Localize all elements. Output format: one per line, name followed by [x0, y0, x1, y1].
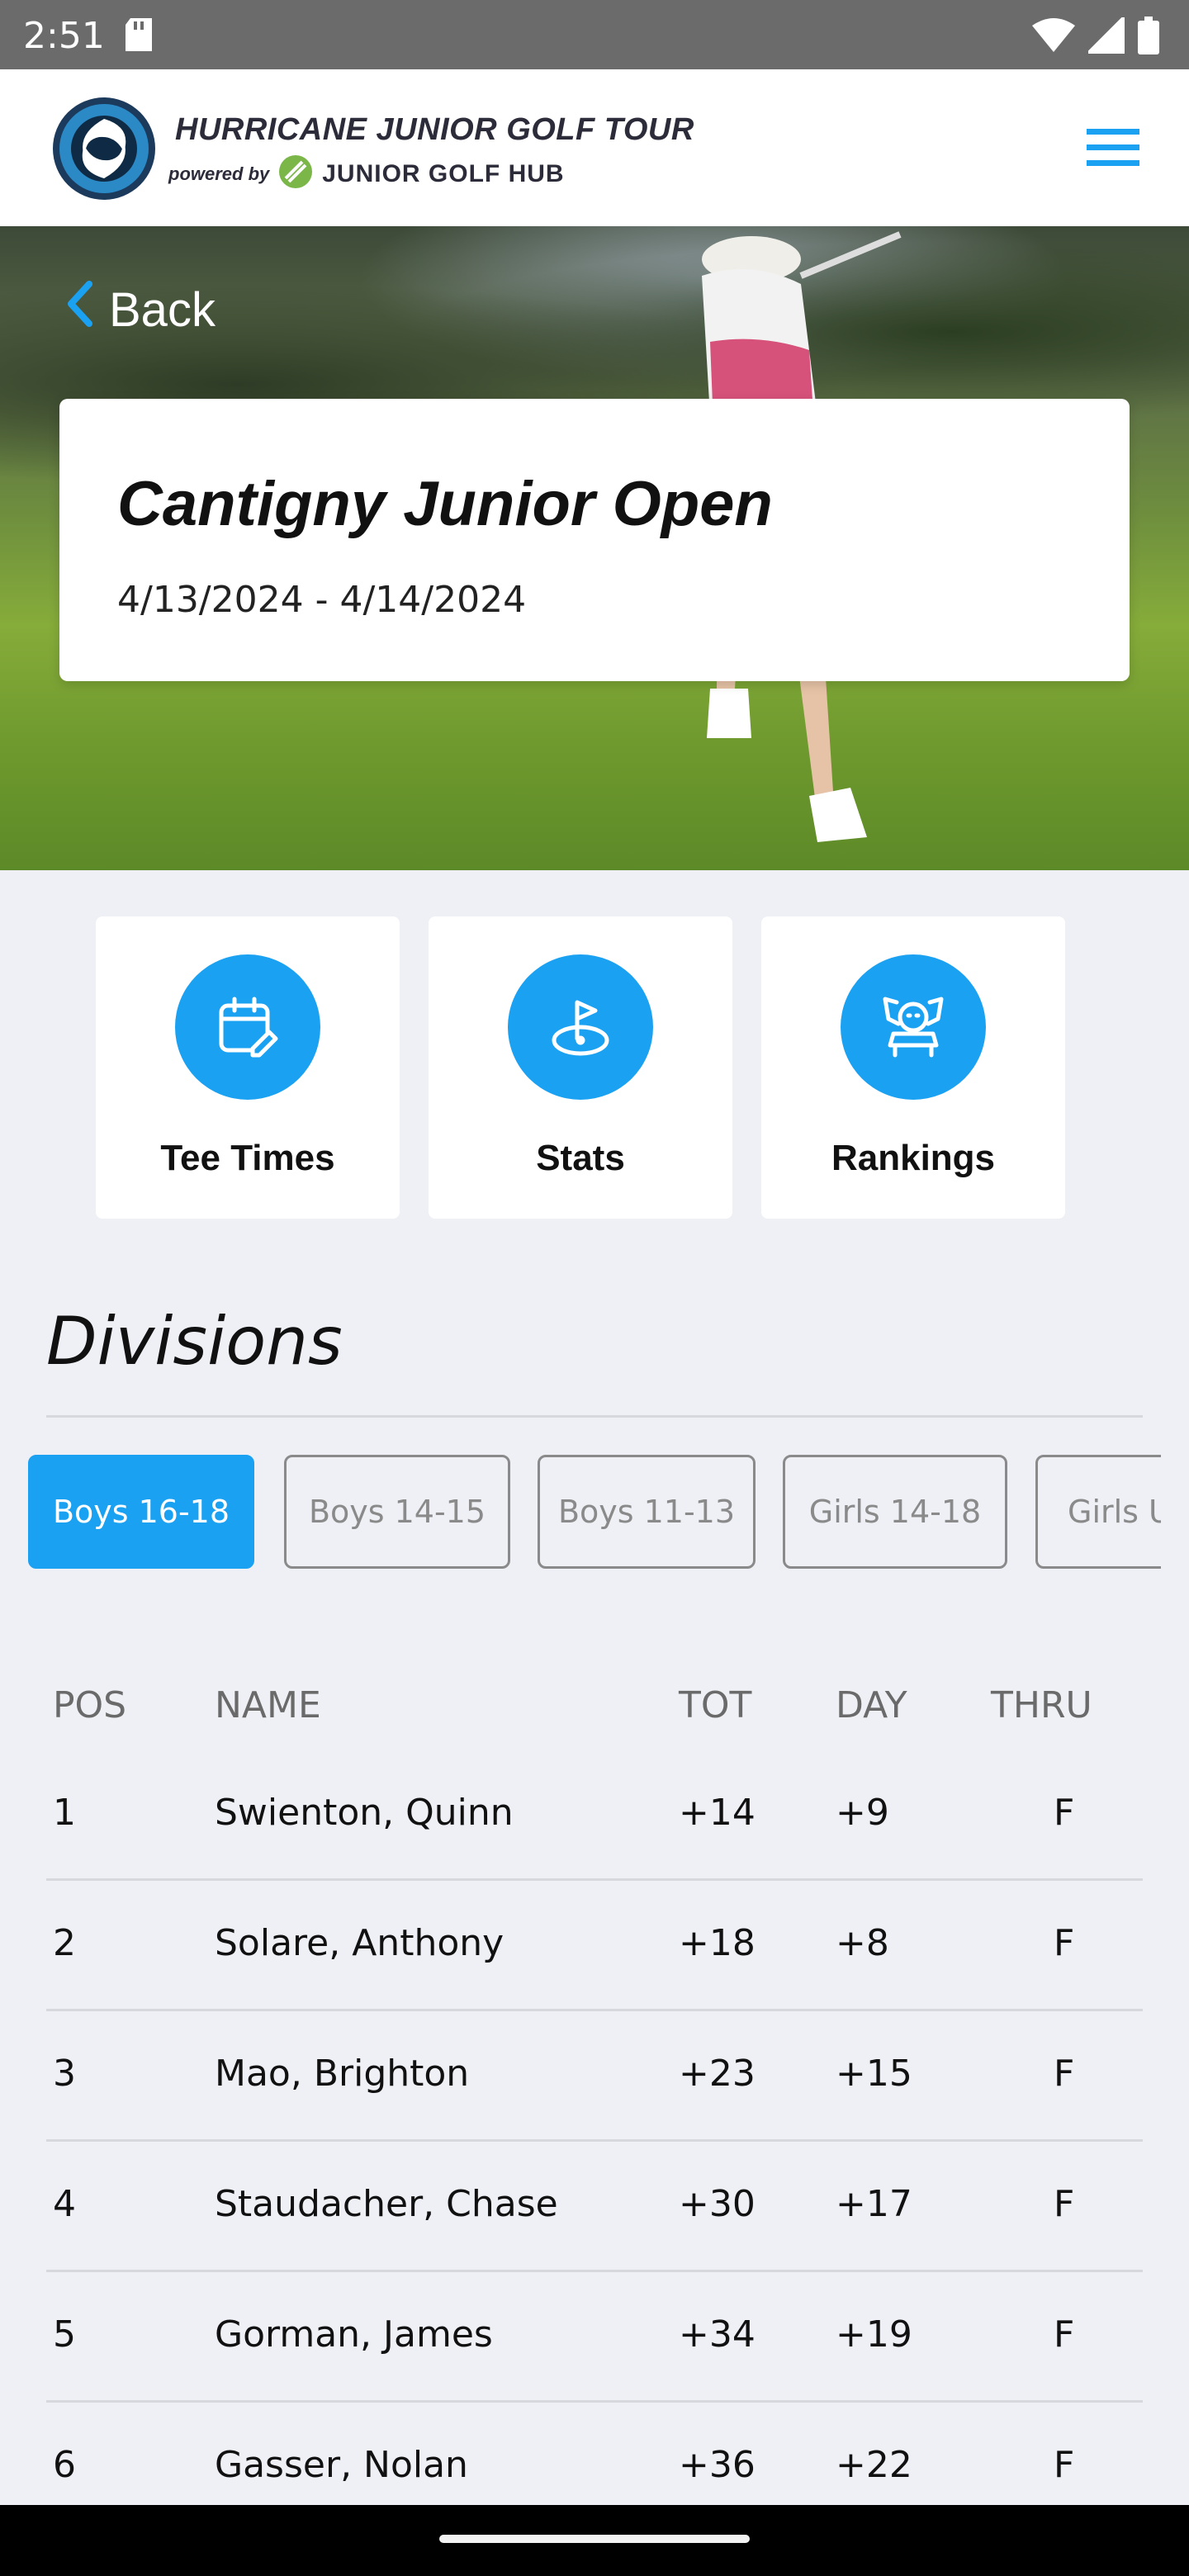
table-row[interactable]: 5 Gorman, James +34 +19 F	[46, 2272, 1143, 2403]
table-row[interactable]: 2 Solare, Anthony +18 +8 F	[46, 1881, 1143, 2011]
status-bar: 2:51	[0, 0, 1189, 69]
junior-golf-hub-icon	[277, 154, 314, 194]
row-name: Solare, Anthony	[215, 1922, 504, 1964]
back-label: Back	[109, 282, 216, 337]
row-thru: F	[1054, 2053, 1075, 2095]
tab-girls-u[interactable]: Girls U	[1035, 1455, 1161, 1569]
row-name: Gasser, Nolan	[215, 2444, 468, 2486]
row-day: +19	[836, 2313, 912, 2356]
row-tot: +23	[679, 2053, 756, 2095]
row-name: Gorman, James	[215, 2313, 493, 2356]
row-tot: +14	[679, 1792, 756, 1834]
tab-boys-16-18[interactable]: Boys 16-18	[28, 1455, 254, 1569]
row-tot: +36	[679, 2444, 756, 2486]
row-name: Swienton, Quinn	[215, 1792, 514, 1834]
row-name: Staudacher, Chase	[215, 2183, 558, 2225]
stats-tile[interactable]: Stats	[429, 916, 732, 1219]
row-thru: F	[1054, 2313, 1075, 2356]
stats-label: Stats	[536, 1138, 625, 1178]
golf-flag-icon	[508, 954, 653, 1100]
row-name: Mao, Brighton	[215, 2053, 470, 2095]
row-pos: 5	[53, 2313, 76, 2356]
division-tabs[interactable]: Boys 16-18 Boys 14-15 Boys 11-13 Girls 1…	[28, 1455, 1161, 1570]
partner-name: JUNIOR GOLF HUB	[322, 159, 565, 187]
tab-boys-14-15[interactable]: Boys 14-15	[284, 1455, 510, 1569]
row-day: +22	[836, 2444, 912, 2486]
sd-card-icon	[124, 18, 154, 55]
signal-icon	[1082, 12, 1127, 58]
calendar-edit-icon	[175, 954, 320, 1100]
column-day: DAY	[836, 1684, 907, 1726]
row-tot: +30	[679, 2183, 756, 2225]
hurricane-logo-icon[interactable]	[50, 94, 159, 207]
row-day: +8	[836, 1922, 889, 1964]
row-pos: 1	[53, 1792, 76, 1834]
tab-girls-14-18[interactable]: Girls 14-18	[783, 1455, 1007, 1569]
row-thru: F	[1054, 2183, 1075, 2225]
status-time: 2:51	[23, 15, 105, 57]
row-tot: +34	[679, 2313, 756, 2356]
chevron-left-icon	[66, 281, 92, 339]
column-pos: POS	[53, 1684, 127, 1726]
column-thru: THRU	[991, 1684, 1092, 1726]
wifi-icon	[1032, 17, 1075, 58]
row-pos: 3	[53, 2053, 76, 2095]
event-title: Cantigny Junior Open	[117, 469, 773, 539]
rankings-tile[interactable]: Rankings	[761, 916, 1065, 1219]
row-pos: 2	[53, 1922, 76, 1964]
row-day: +9	[836, 1792, 889, 1834]
event-dates: 4/13/2024 - 4/14/2024	[117, 579, 527, 621]
divisions-divider	[46, 1415, 1143, 1418]
tab-boys-11-13[interactable]: Boys 11-13	[538, 1455, 756, 1569]
brand-title: HURRICANE JUNIOR GOLF TOUR	[175, 112, 694, 147]
row-tot: +18	[679, 1922, 756, 1964]
home-gesture-handle[interactable]	[439, 2535, 750, 2543]
back-button[interactable]: Back	[66, 281, 216, 339]
column-tot: TOT	[679, 1684, 752, 1726]
powered-by-label: powered by	[168, 163, 270, 184]
row-day: +15	[836, 2053, 912, 2095]
hamburger-menu-icon[interactable]	[1087, 127, 1139, 168]
system-nav-bar	[0, 2505, 1189, 2576]
row-thru: F	[1054, 2444, 1075, 2486]
column-name: NAME	[215, 1684, 321, 1726]
trophy-icon	[841, 954, 986, 1100]
divisions-heading: Divisions	[46, 1303, 343, 1380]
tee-times-tile[interactable]: Tee Times	[96, 916, 400, 1219]
row-day: +17	[836, 2183, 912, 2225]
row-pos: 4	[53, 2183, 76, 2225]
battery-icon	[1138, 17, 1159, 59]
row-thru: F	[1054, 1922, 1075, 1964]
table-row[interactable]: 3 Mao, Brighton +23 +15 F	[46, 2011, 1143, 2142]
table-row[interactable]: 1 Swienton, Quinn +14 +9 F	[46, 1750, 1143, 1881]
row-pos: 6	[53, 2444, 76, 2486]
powered-by: powered by JUNIOR GOLF HUB	[168, 154, 565, 194]
app-header: HURRICANE JUNIOR GOLF TOUR powered by JU…	[0, 69, 1189, 226]
row-thru: F	[1054, 1792, 1075, 1834]
table-row[interactable]: 4 Staudacher, Chase +30 +17 F	[46, 2142, 1143, 2272]
rankings-label: Rankings	[831, 1138, 996, 1178]
event-info-card: Cantigny Junior Open 4/13/2024 - 4/14/20…	[59, 399, 1130, 681]
tee-times-label: Tee Times	[160, 1138, 335, 1178]
